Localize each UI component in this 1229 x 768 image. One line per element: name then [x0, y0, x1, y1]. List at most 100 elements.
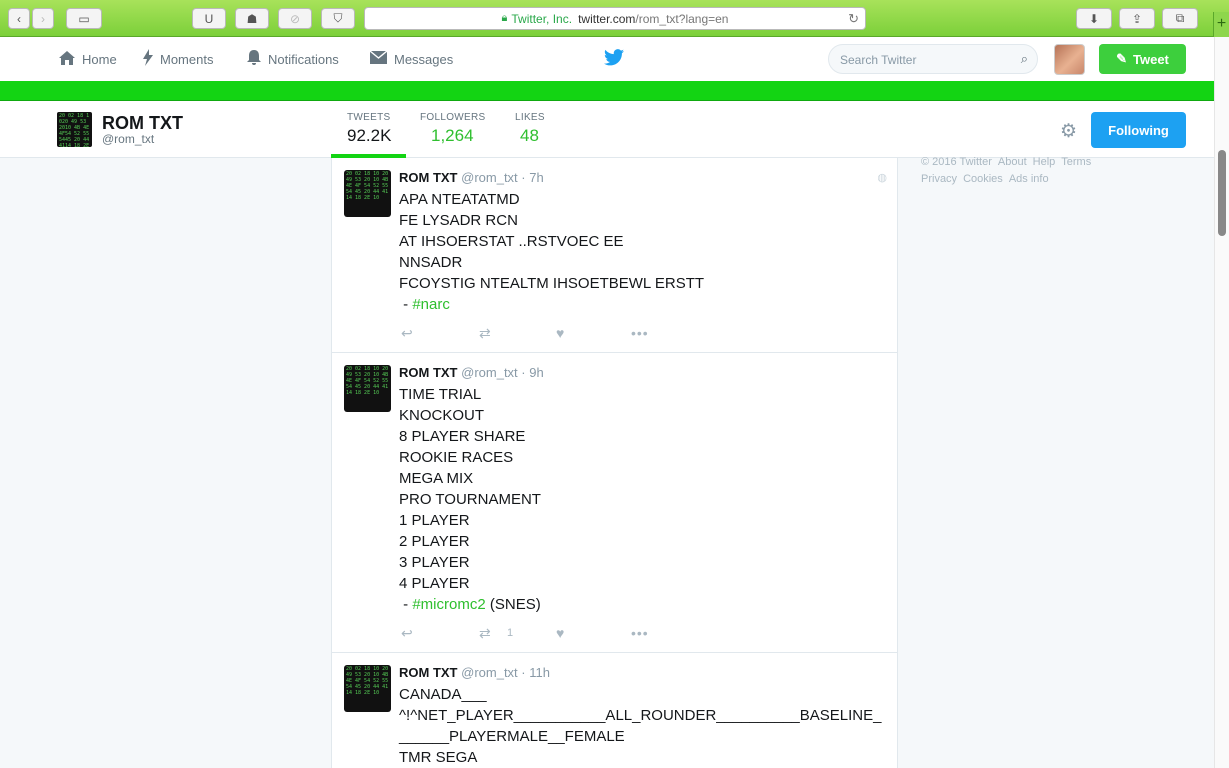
tweet-author-handle[interactable]: @rom_txt: [461, 365, 518, 380]
following-button[interactable]: Following: [1091, 112, 1186, 148]
stat-tweets[interactable]: TWEETS 92.2K: [347, 112, 391, 146]
more-icon[interactable]: •••: [631, 325, 649, 341]
hashtag-link[interactable]: #micromc2: [412, 596, 485, 613]
home-icon: [58, 50, 76, 69]
tweet-line: 3 PLAYER: [399, 554, 470, 571]
retweet-count: 1: [507, 627, 514, 639]
tweet-line: 1 PLAYER: [399, 512, 470, 529]
user-avatar[interactable]: [1054, 44, 1085, 75]
page-scrollbar[interactable]: [1214, 37, 1229, 768]
heart-icon[interactable]: ♥: [556, 325, 564, 341]
footer-link[interactable]: Ads info: [1009, 173, 1049, 185]
forward-button[interactable]: ›: [32, 8, 54, 29]
share-icon[interactable]: ⇪: [1119, 8, 1155, 29]
quill-icon: ✎: [1116, 51, 1127, 66]
search-placeholder: Search Twitter: [840, 53, 917, 67]
pocket-icon[interactable]: ⛉: [321, 8, 355, 29]
tweet-item[interactable]: 20 02 18 10 20 49 53 20 10 4B 4E 4F 54 5…: [332, 653, 897, 768]
nav-notifications[interactable]: Notifications: [246, 49, 339, 69]
footer-copyright: © 2016 Twitter: [921, 156, 992, 168]
retweet-icon[interactable]: ⇄: [479, 625, 491, 642]
tweet-line: TIME TRIAL: [399, 386, 482, 403]
sidebar-toggle-icon[interactable]: ▭: [66, 8, 102, 29]
tweet-author-name[interactable]: ROM TXT: [399, 665, 458, 680]
tweet-line: APA NTEATATMD: [399, 191, 520, 208]
tweet-item[interactable]: 20 02 18 10 20 49 53 20 10 4B 4E 4F 54 5…: [332, 353, 897, 653]
stat-label: LIKES: [515, 112, 545, 123]
heart-icon[interactable]: ♥: [556, 625, 564, 641]
tweet-avatar[interactable]: 20 02 18 10 20 49 53 20 10 4B 4E 4F 54 5…: [344, 170, 391, 217]
browser-toolbar: ‹ › ▭ U ☗ ⊘ ⛉ 🔒︎ Twitter, Inc. twitter.c…: [0, 0, 1229, 37]
footer-link[interactable]: About: [998, 156, 1027, 168]
tweet-line: 8 PLAYER SHARE: [399, 428, 526, 445]
profile-avatar[interactable]: 20 02 18 1020 49 53 2010 4B 4E 4F54 52 5…: [57, 112, 92, 147]
footer-link[interactable]: Cookies: [963, 173, 1003, 185]
tabs-overview-icon[interactable]: ⧉: [1162, 8, 1198, 29]
tweet-line: ^!^NET_PLAYER___________ALL_ROUNDER_____…: [399, 707, 882, 724]
tweet-item[interactable]: 20 02 18 10 20 49 53 20 10 4B 4E 4F 54 5…: [332, 158, 897, 353]
tweet-header: ROM TXT @rom_txt · 11h: [399, 665, 550, 680]
tweet-text: CANADA___ ^!^NET_PLAYER___________ALL_ROU…: [399, 684, 881, 768]
tweet-author-name[interactable]: ROM TXT: [399, 170, 458, 185]
stat-value: 92.2K: [347, 126, 392, 145]
tweet-line: 4 PLAYER: [399, 575, 470, 592]
tweet-author-handle[interactable]: @rom_txt: [461, 665, 518, 680]
search-input[interactable]: Search Twitter ⌕: [828, 44, 1038, 74]
nav-moments-label: Moments: [160, 51, 214, 67]
search-icon[interactable]: ⌕: [1021, 51, 1028, 67]
bell-icon: [246, 49, 262, 69]
tweet-author-name[interactable]: ROM TXT: [399, 365, 458, 380]
downloads-icon[interactable]: ⬇: [1076, 8, 1112, 29]
tweet-author-handle[interactable]: @rom_txt: [461, 170, 518, 185]
scrollbar-thumb[interactable]: [1218, 150, 1226, 236]
tweet-timestamp[interactable]: · 7h: [521, 170, 543, 185]
reload-icon[interactable]: ↻: [848, 11, 859, 27]
reply-icon[interactable]: ↩: [401, 625, 413, 642]
stat-value: 1,264: [431, 126, 474, 145]
top-navigation: Home Moments Notifications Messages Sear…: [0, 37, 1214, 81]
footer-link[interactable]: Help: [1033, 156, 1056, 168]
extension-ghost-icon[interactable]: ☗: [235, 8, 269, 29]
nav-home[interactable]: Home: [58, 50, 117, 69]
tweet-text: APA NTEATATMD FE LYSADR RCN AT IHSOERSTAT …: [399, 191, 705, 313]
extension-u-icon[interactable]: U: [192, 8, 226, 29]
reply-icon[interactable]: ↩: [401, 325, 413, 342]
hashtag-link[interactable]: #narc: [412, 296, 450, 313]
tweet-timestamp[interactable]: · 11h: [521, 665, 550, 680]
footer-link[interactable]: Privacy: [921, 173, 957, 185]
nav-messages[interactable]: Messages: [369, 50, 454, 67]
tweet-line: CANADA___: [399, 686, 487, 703]
profile-handle[interactable]: @rom_txt: [102, 132, 154, 146]
footer-link[interactable]: Terms: [1061, 156, 1091, 168]
nav-moments[interactable]: Moments: [142, 49, 214, 69]
tweet-line: 2 PLAYER: [399, 533, 470, 550]
more-icon[interactable]: •••: [631, 625, 649, 641]
back-button[interactable]: ‹: [8, 8, 30, 29]
tweet-timeline: 20 02 18 10 20 49 53 20 10 4B 4E 4F 54 5…: [331, 158, 898, 768]
tweet-timestamp[interactable]: · 9h: [521, 365, 543, 380]
twitter-bird-icon[interactable]: [604, 49, 624, 67]
tweet-line: ______PLAYERMALE__FEMALE: [399, 728, 625, 745]
stat-value: 48: [520, 126, 539, 145]
tweet-text: TIME TRIAL KNOCKOUT 8 PLAYER SHARE ROOKIE R…: [399, 386, 541, 613]
url-organization: Twitter, Inc.: [511, 11, 573, 26]
tweet-header: ROM TXT @rom_txt · 7h: [399, 170, 544, 185]
gear-icon[interactable]: ⚙: [1060, 120, 1077, 143]
stat-likes[interactable]: LIKES 48: [515, 112, 545, 146]
tweet-header: ROM TXT @rom_txt · 9h: [399, 365, 544, 380]
address-bar[interactable]: 🔒︎ Twitter, Inc. twitter.com /rom_txt?la…: [364, 7, 866, 30]
profile-header-banner: [0, 81, 1214, 101]
nav-messages-label: Messages: [394, 51, 454, 67]
stat-followers[interactable]: FOLLOWERS 1,264: [420, 112, 486, 146]
stat-label: FOLLOWERS: [420, 112, 486, 123]
extension-block-icon[interactable]: ⊘: [278, 8, 312, 29]
tweet-line: MEGA MIX: [399, 470, 474, 487]
tweet-avatar[interactable]: 20 02 18 10 20 49 53 20 10 4B 4E 4F 54 5…: [344, 665, 391, 712]
lightning-icon: [142, 49, 154, 69]
retweet-icon[interactable]: ⇄: [479, 325, 491, 342]
tweet-avatar[interactable]: 20 02 18 10 20 49 53 20 10 4B 4E 4F 54 5…: [344, 365, 391, 412]
compose-tweet-button[interactable]: ✎ Tweet: [1099, 44, 1186, 74]
new-tab-button[interactable]: +: [1213, 12, 1229, 37]
tweet-line: FE LYSADR RCN: [399, 212, 518, 229]
profile-name[interactable]: ROM TXT: [102, 113, 183, 134]
